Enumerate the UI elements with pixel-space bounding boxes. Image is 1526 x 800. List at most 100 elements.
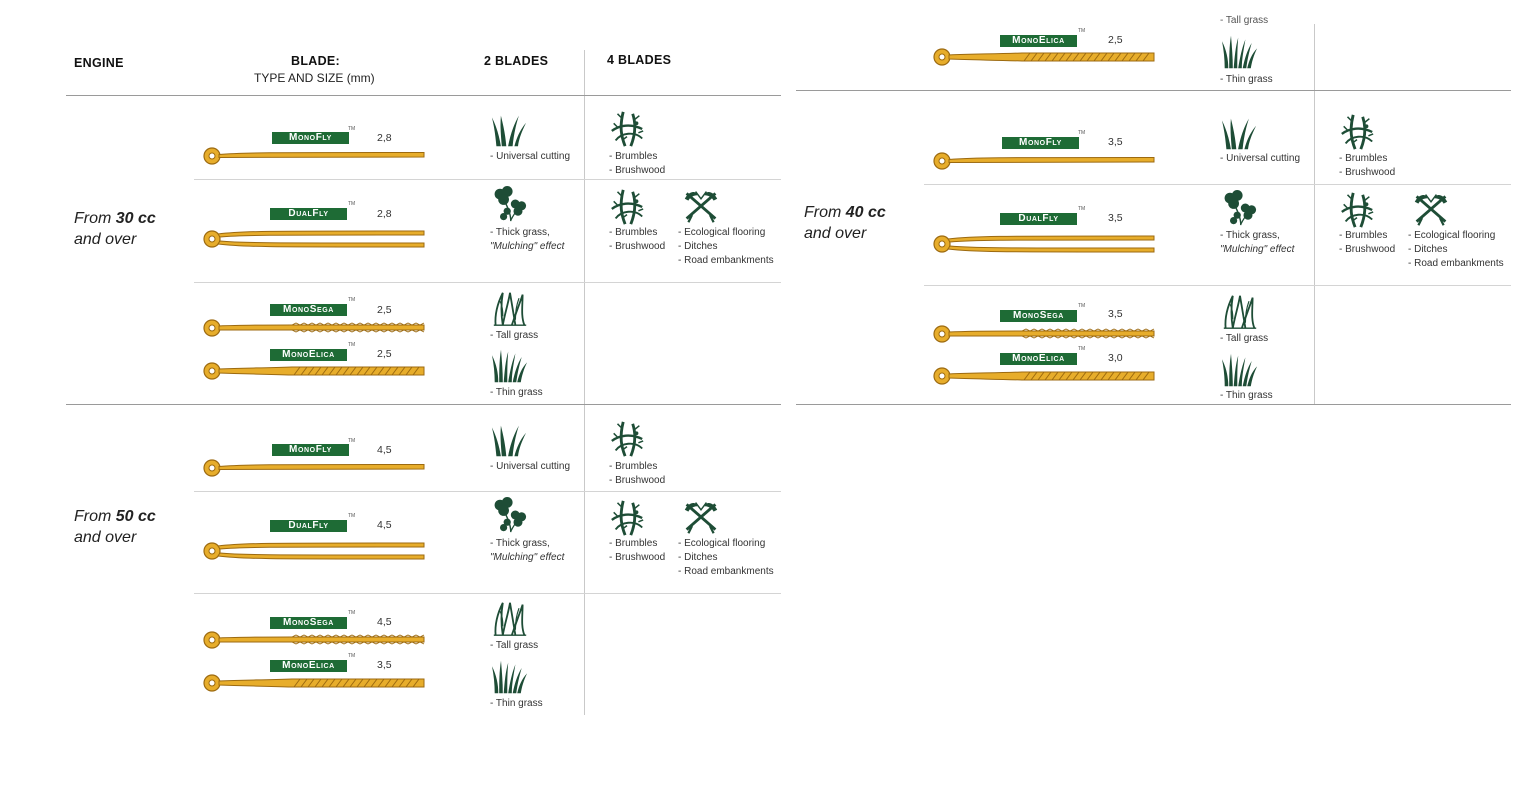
use-universal: - Universal cutting xyxy=(490,461,571,472)
blade-size: 2,5 xyxy=(377,304,392,316)
use-ecological: - Ecological flooring - Ditches - Road emb… xyxy=(1408,230,1504,269)
dualfly-blade xyxy=(203,542,425,560)
header-blade-sub: TYPE AND SIZE (mm) xyxy=(254,71,375,85)
column-divider xyxy=(584,96,585,404)
blade-size: 4,5 xyxy=(377,519,392,531)
engine-30cc: From 30 cc and over xyxy=(74,210,156,248)
monosega-badge: MonoSega xyxy=(1000,310,1077,322)
trademark: TM xyxy=(348,126,356,132)
dualfly-blade xyxy=(933,235,1155,253)
bramble-icon xyxy=(1337,113,1377,151)
column-divider xyxy=(584,405,585,715)
header-blade: BLADE: xyxy=(291,54,341,68)
use-tall: - Tall grass xyxy=(1220,333,1269,344)
section-rule xyxy=(66,404,781,405)
use-thick: - Thick grass, "Mulching" effect xyxy=(490,538,565,563)
crossed-tools-icon xyxy=(1411,191,1451,227)
blade-size: 2,5 xyxy=(377,348,392,360)
bramble-icon xyxy=(607,499,647,537)
blade-size: 3,5 xyxy=(377,659,392,671)
tall-grass-icon xyxy=(492,600,528,638)
blade-size: 4,5 xyxy=(377,444,392,456)
use-brumbles: - Brumbles - Brushwood xyxy=(1339,230,1396,255)
row-divider xyxy=(194,179,781,180)
column-divider xyxy=(1314,24,1315,404)
row-divider xyxy=(924,184,1511,185)
monoelica-badge: MonoElica xyxy=(1000,35,1077,47)
use-brumbles: - Brumbles - Brushwood xyxy=(609,151,666,176)
clover-icon xyxy=(490,186,528,222)
crossed-tools-icon xyxy=(681,499,721,535)
use-universal: - Universal cutting xyxy=(1220,153,1301,164)
use-brumbles: - Brumbles - Brushwood xyxy=(1339,153,1396,178)
row-divider xyxy=(194,491,781,492)
monosega-blade xyxy=(203,631,425,649)
monosega-badge: MonoSega xyxy=(270,617,347,629)
trademark: TM xyxy=(348,653,356,659)
blade-size: 3,5 xyxy=(1108,136,1123,148)
trademark: TM xyxy=(1078,303,1086,309)
bramble-icon xyxy=(607,188,647,226)
monofly-blade xyxy=(933,152,1155,170)
crossed-tools-icon xyxy=(681,188,721,224)
monoelica-blade xyxy=(933,48,1155,66)
row-divider xyxy=(924,285,1511,286)
monosega-blade xyxy=(203,319,425,337)
thin-grass-icon xyxy=(492,347,528,385)
section-rule xyxy=(796,90,1511,91)
use-brumbles: - Brumbles - Brushwood xyxy=(609,538,666,563)
bramble-icon xyxy=(1337,191,1377,229)
use-ecological: - Ecological flooring - Ditches - Road emb… xyxy=(678,227,774,266)
header-four-blades: 4 BLADES xyxy=(607,53,672,67)
header-two-blades: 2 BLADES xyxy=(484,54,549,68)
monosega-badge: MonoSega xyxy=(270,304,347,316)
header-divider xyxy=(584,50,585,95)
use-thin: - Thin grass xyxy=(1220,390,1273,401)
tall-grass-icon xyxy=(492,290,528,328)
trademark: TM xyxy=(1078,206,1086,212)
use-thick: - Thick grass, "Mulching" effect xyxy=(490,227,565,252)
engine-50cc: From 50 cc and over xyxy=(74,508,156,546)
trademark: TM xyxy=(348,438,356,444)
use-tall-clipped: - Tall grass xyxy=(1220,15,1269,26)
monoelica-blade xyxy=(933,367,1155,385)
use-brumbles: - Brumbles - Brushwood xyxy=(609,227,666,252)
blade-size: 3,5 xyxy=(1108,308,1123,320)
trademark: TM xyxy=(348,513,356,519)
bramble-icon xyxy=(607,110,647,148)
use-tall: - Tall grass xyxy=(490,330,539,341)
blade-size: 2,8 xyxy=(377,208,392,220)
monoelica-badge: MonoElica xyxy=(270,660,347,672)
monofly-badge: MonoFly xyxy=(272,444,349,456)
clover-icon xyxy=(490,497,528,533)
use-ecological: - Ecological flooring - Ditches - Road emb… xyxy=(678,538,774,577)
row-divider xyxy=(194,282,781,283)
grass-blades-icon xyxy=(490,422,528,458)
use-brumbles: - Brumbles - Brushwood xyxy=(609,461,666,486)
use-thin: - Thin grass xyxy=(490,387,543,398)
dualfly-badge: DualFly xyxy=(1000,213,1077,225)
use-thin: - Thin grass xyxy=(1220,74,1273,85)
trademark: TM xyxy=(1078,346,1086,352)
monosega-blade xyxy=(933,325,1155,343)
thin-grass-icon xyxy=(1222,33,1258,71)
engine-40cc: From 40 cc and over xyxy=(804,204,886,242)
trademark: TM xyxy=(348,201,356,207)
header-engine: ENGINE xyxy=(74,56,124,70)
dualfly-badge: DualFly xyxy=(270,520,347,532)
blade-size: 3,5 xyxy=(1108,212,1123,224)
thin-grass-icon xyxy=(1222,351,1258,389)
blade-size: 4,5 xyxy=(377,616,392,628)
use-universal: - Universal cutting xyxy=(490,151,571,162)
trademark: TM xyxy=(348,297,356,303)
monofly-blade xyxy=(203,459,425,477)
monofly-badge: MonoFly xyxy=(1002,137,1079,149)
trademark: TM xyxy=(1078,130,1086,136)
trademark: TM xyxy=(348,342,356,348)
trademark: TM xyxy=(348,610,356,616)
dualfly-badge: DualFly xyxy=(270,208,347,220)
clover-icon xyxy=(1220,190,1258,226)
blade-size: 2,5 xyxy=(1108,34,1123,46)
bramble-icon xyxy=(607,420,647,458)
monoelica-badge: MonoElica xyxy=(1000,353,1077,365)
